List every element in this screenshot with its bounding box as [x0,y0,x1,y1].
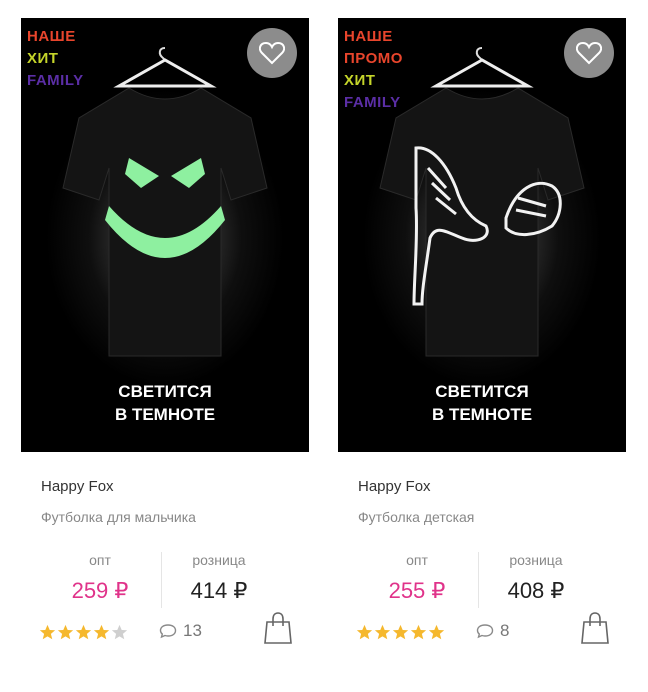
star-filled-icon [374,624,391,640]
opt-price: 255 ₽ [388,578,446,603]
price-divider [161,552,162,608]
favorite-button[interactable] [247,28,297,78]
star-filled-icon [39,624,56,640]
caption-line: СВЕТИТСЯ [118,382,212,401]
rating-stars [356,624,445,641]
tshirt-image [62,47,268,357]
opt-label: опт [406,552,428,568]
star-filled-icon [75,624,92,640]
favorite-button[interactable] [564,28,614,78]
retail-label: розница [192,552,246,568]
caption-line: В ТЕМНОТЕ [431,405,533,424]
star-filled-icon [93,624,110,640]
star-filled-icon [410,624,427,640]
star-empty-icon [111,624,128,640]
opt-price: 259 ₽ [71,578,129,603]
comments-link[interactable]: 13 [159,621,202,641]
badge: НАШЕ [344,28,393,45]
product-card[interactable]: НАШЕ ПРОМО ХИТ FAMILY СВЕТИТСЯ В ТЕМНОТЕ… [338,18,626,692]
comments-count: 8 [500,621,510,640]
brand-name[interactable]: Happy Fox [41,478,114,495]
opt-label: опт [89,552,111,568]
badge: ХИТ [27,50,59,67]
badge: НАШЕ [27,28,76,45]
retail-price: 408 ₽ [507,578,565,603]
badge: FAMILY [344,94,401,111]
price-divider [478,552,479,608]
tshirt-image [379,47,585,357]
caption-line: СВЕТИТСЯ [435,382,529,401]
product-image[interactable]: НАШЕ ПРОМО ХИТ FAMILY СВЕТИТСЯ В ТЕМНОТЕ [338,18,626,452]
heart-icon [259,41,285,65]
product-name[interactable]: Футболка для мальчика [41,509,196,525]
product-name[interactable]: Футболка детская [358,509,474,525]
comment-icon [476,624,494,639]
shopping-bag-icon[interactable] [581,612,609,644]
retail-price-block: розница 408 ₽ [491,550,581,608]
image-caption: СВЕТИТСЯ В ТЕМНОТЕ [338,380,626,426]
star-filled-icon [57,624,74,640]
star-filled-icon [356,624,373,640]
rating-stars [39,624,128,641]
badge: ПРОМО [344,50,403,67]
retail-label: розница [509,552,563,568]
image-caption: СВЕТИТСЯ В ТЕМНОТЕ [21,380,309,426]
retail-price: 414 ₽ [190,578,248,603]
opt-price-block: опт 255 ₽ [372,550,462,608]
caption-line: В ТЕМНОТЕ [114,405,216,424]
retail-price-block: розница 414 ₽ [174,550,264,608]
comment-icon [159,624,177,639]
star-filled-icon [392,624,409,640]
badge: ХИТ [344,72,376,89]
brand-name[interactable]: Happy Fox [358,478,431,495]
shopping-bag-icon[interactable] [264,612,292,644]
heart-icon [576,41,602,65]
product-card[interactable]: НАШЕ ХИТ FAMILY СВЕТИТСЯ В ТЕМНОТЕ Happy… [21,18,309,692]
star-filled-icon [428,624,445,640]
badge-list: НАШЕ ХИТ FAMILY [27,26,84,92]
comments-count: 13 [183,621,202,640]
badge-list: НАШЕ ПРОМО ХИТ FAMILY [344,26,403,114]
opt-price-block: опт 259 ₽ [55,550,145,608]
badge: FAMILY [27,72,84,89]
product-image[interactable]: НАШЕ ХИТ FAMILY СВЕТИТСЯ В ТЕМНОТЕ [21,18,309,452]
comments-link[interactable]: 8 [476,621,509,641]
